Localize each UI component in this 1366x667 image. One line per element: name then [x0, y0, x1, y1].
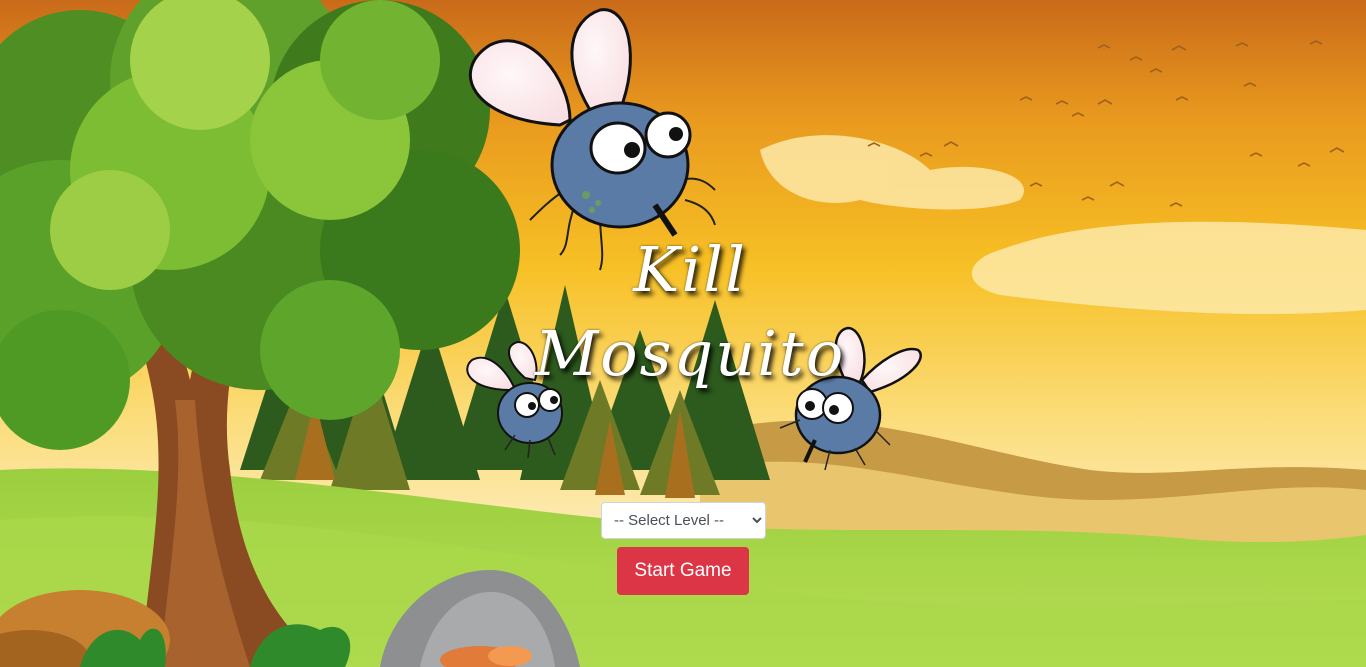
- game-start-screen: Kill Mosquito -- Select Level -- Start G…: [0, 0, 1366, 667]
- game-title-line1: Kill: [633, 233, 747, 306]
- game-title: Kill Mosquito: [500, 228, 880, 396]
- game-title-line2: Mosquito: [534, 317, 846, 390]
- level-select[interactable]: -- Select Level --: [601, 502, 766, 539]
- start-game-button[interactable]: Start Game: [617, 547, 749, 595]
